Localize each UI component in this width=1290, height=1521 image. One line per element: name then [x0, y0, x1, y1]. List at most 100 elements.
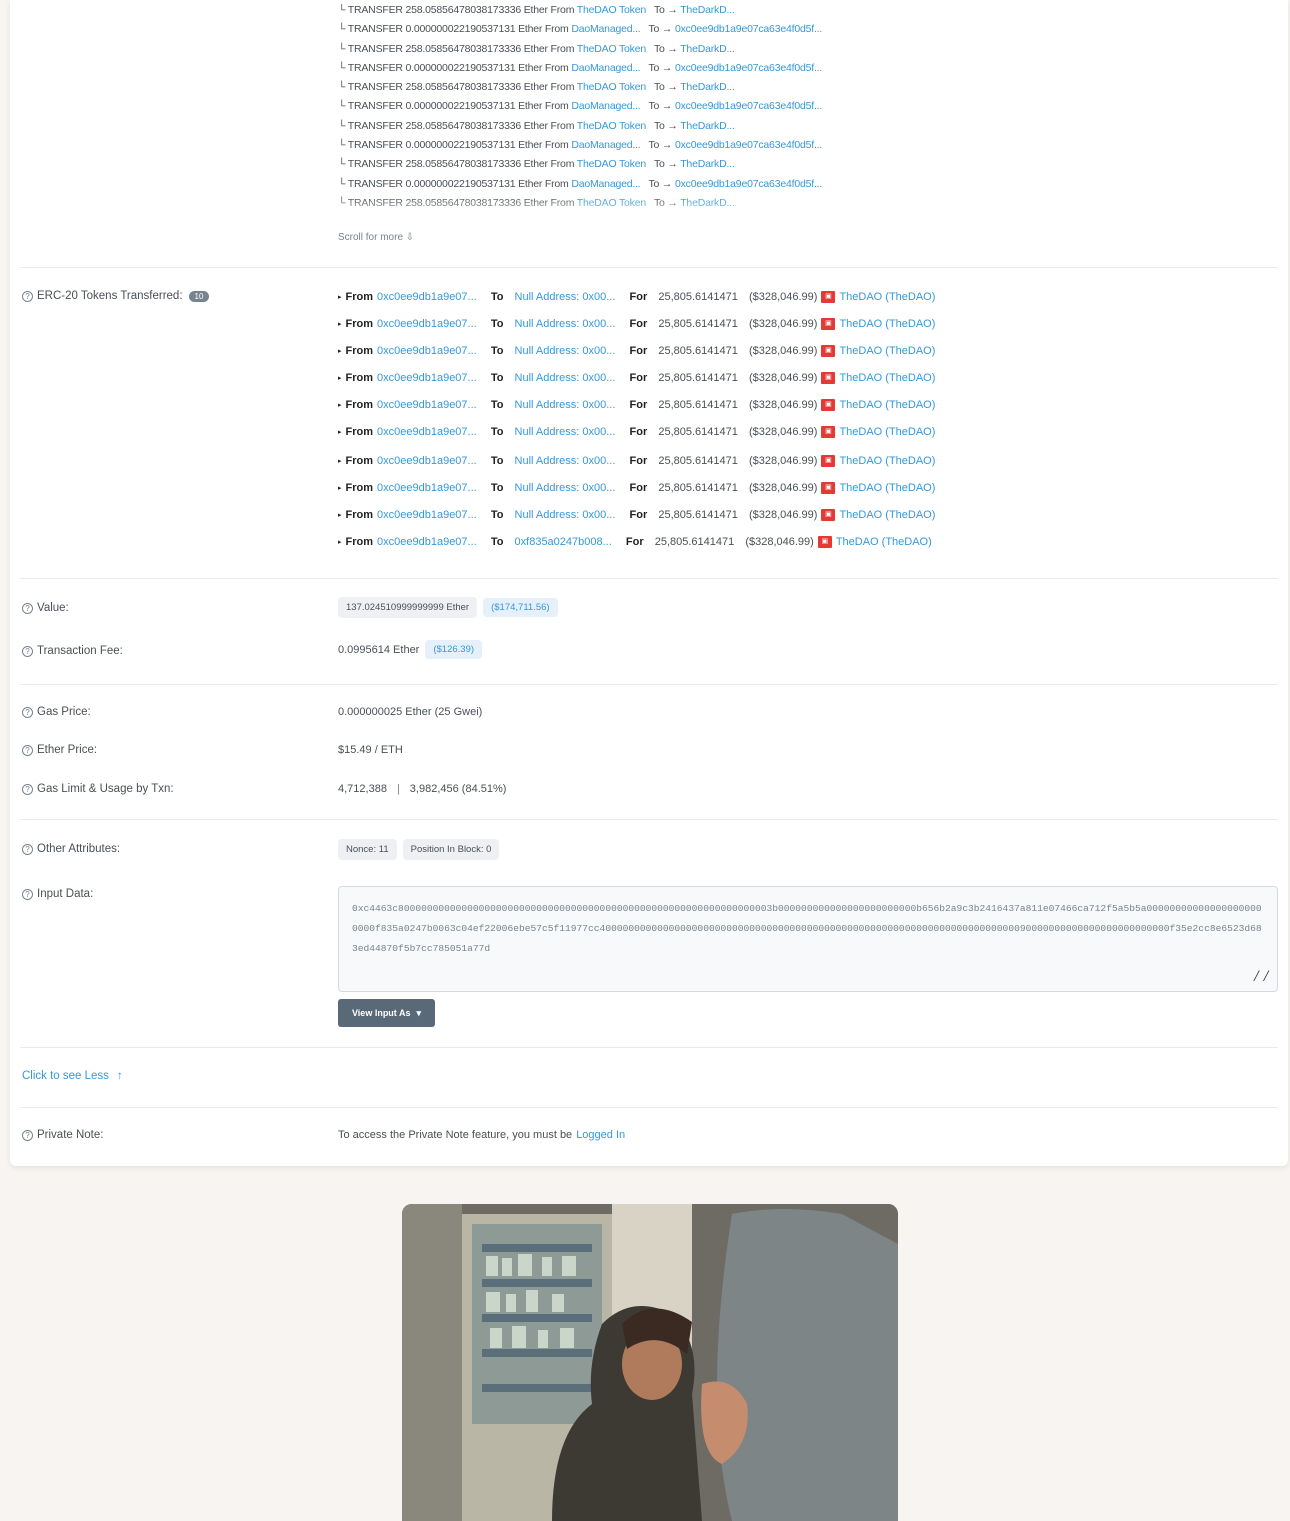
arrow-right-icon: →	[667, 158, 678, 171]
from-address-link[interactable]: 0xc0ee9db1a9e07...	[377, 455, 477, 467]
to-address-link[interactable]: 0xf835a0247b008...	[515, 536, 612, 548]
logged-in-link[interactable]: Logged In	[576, 1129, 625, 1141]
input-data-label: ? Input Data:	[22, 888, 93, 900]
token-link[interactable]: TheDAO (TheDAO)	[839, 399, 935, 411]
token-link[interactable]: TheDAO (TheDAO)	[839, 455, 935, 467]
from-address-link[interactable]: TheDAO Token	[577, 158, 646, 170]
tree-branch-icon: └	[338, 23, 348, 36]
help-icon[interactable]: ?	[22, 706, 33, 718]
other-attributes-label: ? Other Attributes:	[22, 843, 120, 855]
token-link[interactable]: TheDAO (TheDAO)	[839, 509, 935, 521]
divider	[20, 578, 1278, 579]
internal-txn-row: └ TRANSFER 258.05856478038173336 Ether F…	[338, 119, 735, 132]
thedao-token-icon: ▣	[821, 345, 836, 357]
from-address-link[interactable]: DaoManaged...	[571, 23, 640, 35]
to-address-link[interactable]: TheDarkD...	[680, 120, 735, 132]
to-address-link[interactable]: TheDarkD...	[680, 4, 735, 16]
to-address-link[interactable]: 0xc0ee9db1a9e07ca63e4f0d5f...	[675, 139, 822, 151]
see-less-link[interactable]: Click to see Less ↑	[22, 1070, 123, 1082]
tree-branch-icon: └	[338, 119, 348, 132]
divider	[20, 1107, 1278, 1108]
gas-price-value: 0.000000025 Ether (25 Gwei)	[338, 706, 483, 718]
to-address-link[interactable]: Null Address: 0x00...	[515, 318, 616, 330]
to-address-link[interactable]: Null Address: 0x00...	[515, 372, 616, 384]
fee-label: ? Transaction Fee:	[22, 645, 123, 657]
reaction-gif-image	[402, 1204, 898, 1521]
from-address-link[interactable]: TheDAO Token	[577, 43, 646, 55]
from-address-link[interactable]: TheDAO Token	[577, 120, 646, 132]
internal-txn-row: └ TRANSFER 258.05856478038173336 Ether F…	[338, 4, 735, 16]
from-address-link[interactable]: 0xc0ee9db1a9e07...	[377, 291, 477, 303]
from-address-link[interactable]: 0xc0ee9db1a9e07...	[377, 509, 477, 521]
private-note-value: To access the Private Note feature, you …	[338, 1129, 626, 1141]
erc20-transfer-row: ▸ From 0xc0ee9db1a9e07... To Null Address:…	[338, 482, 936, 494]
erc20-transfer-row: ▸ From 0xc0ee9db1a9e07... To Null Address:…	[338, 372, 936, 384]
divider	[20, 819, 1278, 820]
divider	[20, 684, 1278, 685]
internal-transactions-list[interactable]: └ TRANSFER 258.05856478038173336 Ether F…	[338, 4, 898, 224]
to-address-link[interactable]: Null Address: 0x00...	[515, 509, 616, 521]
to-address-link[interactable]: 0xc0ee9db1a9e07ca63e4f0d5f...	[675, 178, 822, 190]
arrow-right-icon: →	[661, 100, 673, 113]
help-icon[interactable]: ?	[22, 744, 33, 756]
ether-price-value: $15.49 / ETH	[338, 744, 403, 756]
from-address-link[interactable]: 0xc0ee9db1a9e07...	[377, 318, 477, 330]
to-address-link[interactable]: TheDarkD...	[680, 43, 735, 55]
to-address-link[interactable]: Null Address: 0x00...	[515, 399, 616, 411]
input-data-textarea[interactable]: 0xc4463c80000000000000000000000000000000…	[338, 886, 1278, 992]
view-input-as-button[interactable]: View Input As ▾	[338, 999, 435, 1027]
internal-txn-row: └ TRANSFER 0.000000022190537131 Ether Fr…	[338, 100, 823, 113]
caret-right-icon: ▸	[338, 294, 342, 301]
from-address-link[interactable]: 0xc0ee9db1a9e07...	[377, 345, 477, 357]
help-icon[interactable]: ?	[22, 783, 33, 795]
to-address-link[interactable]: 0xc0ee9db1a9e07ca63e4f0d5f...	[675, 62, 822, 74]
to-address-link[interactable]: Null Address: 0x00...	[515, 455, 616, 467]
token-link[interactable]: TheDAO (TheDAO)	[839, 291, 935, 303]
fee-field: 0.0995614 Ether ($126.39)	[338, 640, 483, 659]
to-address-link[interactable]: TheDarkD...	[680, 81, 735, 93]
value-field: 137.024510999999999 Ether ($174,711.56)	[338, 597, 558, 618]
thedao-token-icon: ▣	[821, 372, 836, 384]
token-link[interactable]: TheDAO (TheDAO)	[839, 318, 935, 330]
to-address-link[interactable]: Null Address: 0x00...	[515, 426, 616, 438]
from-address-link[interactable]: TheDAO Token	[577, 4, 646, 16]
to-address-link[interactable]: TheDarkD...	[680, 158, 735, 170]
to-address-link[interactable]: 0xc0ee9db1a9e07ca63e4f0d5f...	[675, 23, 822, 35]
internal-txn-row: └ TRANSFER 0.000000022190537131 Ether Fr…	[338, 61, 823, 74]
token-link[interactable]: TheDAO (TheDAO)	[839, 345, 935, 357]
from-address-link[interactable]: DaoManaged...	[571, 178, 640, 190]
divider	[20, 1047, 1278, 1048]
token-link[interactable]: TheDAO (TheDAO)	[836, 536, 932, 548]
thedao-token-icon: ▣	[821, 426, 836, 438]
other-attributes: Nonce: 11 Position In Block: 0	[338, 839, 500, 860]
from-address-link[interactable]: 0xc0ee9db1a9e07...	[377, 482, 477, 494]
arrow-right-icon: →	[667, 119, 678, 132]
to-address-link[interactable]: Null Address: 0x00...	[515, 345, 616, 357]
caret-right-icon: ▸	[338, 539, 342, 546]
help-icon[interactable]: ?	[22, 645, 33, 657]
help-icon[interactable]: ?	[22, 290, 33, 302]
from-address-link[interactable]: 0xc0ee9db1a9e07...	[377, 399, 477, 411]
token-link[interactable]: TheDAO (TheDAO)	[839, 372, 935, 384]
from-address-link[interactable]: DaoManaged...	[571, 100, 640, 112]
token-link[interactable]: TheDAO (TheDAO)	[839, 482, 935, 494]
to-address-link[interactable]: 0xc0ee9db1a9e07ca63e4f0d5f...	[675, 100, 822, 112]
caret-down-icon: ▾	[416, 1007, 422, 1018]
from-address-link[interactable]: 0xc0ee9db1a9e07...	[377, 536, 477, 548]
resize-handle-icon[interactable]: ∕∕	[1252, 967, 1271, 987]
help-icon[interactable]: ?	[22, 888, 33, 900]
tree-branch-icon: └	[338, 61, 348, 74]
from-address-link[interactable]: DaoManaged...	[571, 139, 640, 151]
help-icon[interactable]: ?	[22, 1129, 33, 1141]
gas-price-label: ? Gas Price:	[22, 706, 91, 718]
help-icon[interactable]: ?	[22, 843, 33, 855]
from-address-link[interactable]: 0xc0ee9db1a9e07...	[377, 372, 477, 384]
to-address-link[interactable]: Null Address: 0x00...	[515, 291, 616, 303]
to-address-link[interactable]: Null Address: 0x00...	[515, 482, 616, 494]
from-address-link[interactable]: DaoManaged...	[571, 62, 640, 74]
from-address-link[interactable]: TheDAO Token	[577, 81, 646, 93]
help-icon[interactable]: ?	[22, 602, 33, 614]
from-address-link[interactable]: 0xc0ee9db1a9e07...	[377, 426, 477, 438]
token-link[interactable]: TheDAO (TheDAO)	[839, 426, 935, 438]
internal-txn-row: └ TRANSFER 0.000000022190537131 Ether Fr…	[338, 139, 823, 152]
